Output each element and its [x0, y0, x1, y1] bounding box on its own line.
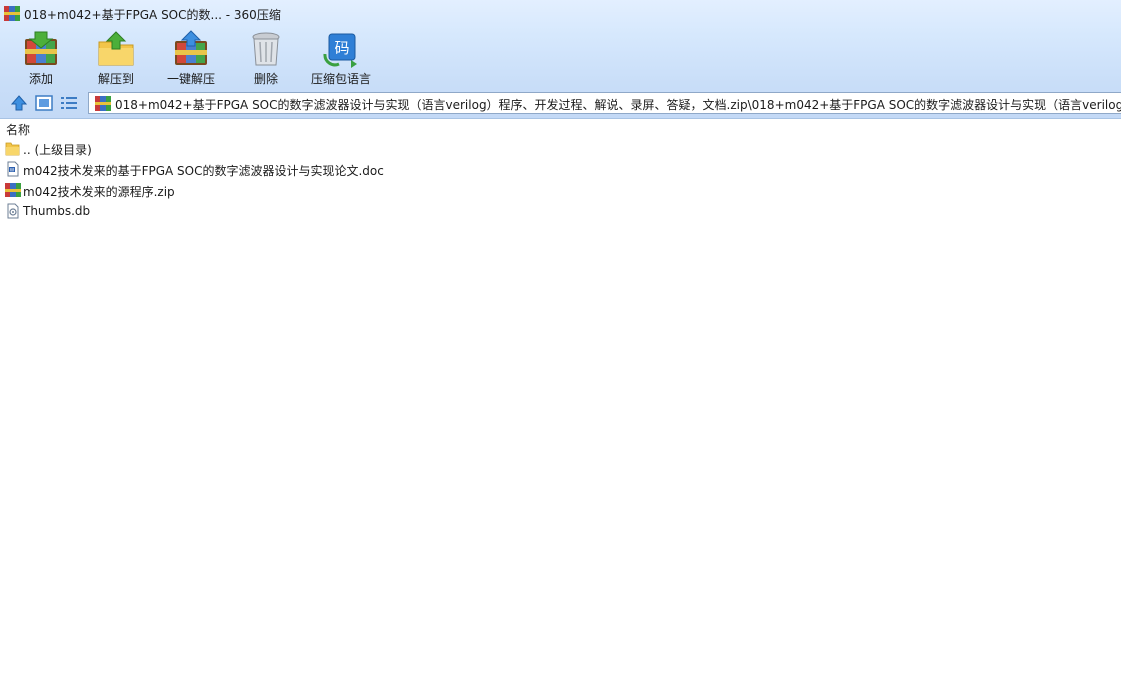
toolbar: 添加 解压到 一键解压 删除 码 压缩包语言: [0, 27, 1121, 89]
add-archive-icon: [25, 31, 57, 65]
word-document-icon: W: [7, 161, 19, 177]
extract-to-button[interactable]: 解压到: [88, 27, 144, 87]
archive-language-button-label: 压缩包语言: [310, 72, 371, 86]
archive-language-button[interactable]: 码 压缩包语言: [308, 27, 374, 87]
list-view-icon[interactable]: [60, 94, 78, 112]
list-item[interactable]: Thumbs.db: [0, 201, 1121, 222]
file-name: m042技术发来的基于FPGA SOC的数字滤波器设计与实现论文.doc: [23, 164, 384, 178]
name-column-header[interactable]: 名称: [0, 119, 1121, 137]
navigation-bar: 018+m042+基于FPGA SOC的数字滤波器设计与实现（语言verilog…: [0, 91, 1121, 116]
add-button-label: 添加: [28, 72, 53, 86]
list-item[interactable]: m042技术发来的源程序.zip: [0, 180, 1121, 201]
archive-language-icon: 码: [323, 33, 357, 68]
path-bar[interactable]: 018+m042+基于FPGA SOC的数字滤波器设计与实现（语言verilog…: [88, 92, 1121, 114]
path-text: 018+m042+基于FPGA SOC的数字滤波器设计与实现（语言verilog…: [115, 98, 1121, 112]
delete-icon: [252, 32, 280, 66]
file-name: m042技术发来的源程序.zip: [23, 185, 175, 199]
folder-icon: [5, 142, 20, 156]
file-name: .. (上级目录): [23, 143, 92, 157]
svg-text:W: W: [10, 167, 15, 173]
one-click-extract-button[interactable]: 一键解压: [162, 27, 220, 87]
one-click-extract-icon: [175, 30, 207, 65]
zip-archive-icon: [5, 183, 21, 197]
extract-to-icon: [98, 31, 134, 66]
window-chrome: 018+m042+基于FPGA SOC的数... - 360压缩 添加 解压到: [0, 0, 1121, 119]
delete-button-label: 删除: [253, 72, 278, 86]
list-item-parent-directory[interactable]: .. (上级目录): [0, 138, 1121, 159]
window-title: 018+m042+基于FPGA SOC的数... - 360压缩: [24, 8, 281, 22]
delete-button[interactable]: 删除: [240, 27, 292, 87]
up-arrow-icon[interactable]: [10, 94, 28, 112]
add-button[interactable]: 添加: [14, 27, 68, 87]
list-item[interactable]: W m042技术发来的基于FPGA SOC的数字滤波器设计与实现论文.doc: [0, 159, 1121, 180]
one-click-extract-button-label: 一键解压: [166, 72, 215, 86]
extract-to-button-label: 解压到: [97, 72, 134, 86]
thumbnail-view-icon[interactable]: [35, 94, 53, 112]
zip-archive-icon: [95, 96, 111, 111]
file-name: Thumbs.db: [23, 204, 91, 218]
archive-app-icon: [4, 6, 20, 21]
name-column-label: 名称: [6, 123, 31, 137]
title-bar: 018+m042+基于FPGA SOC的数... - 360压缩: [0, 0, 1121, 26]
system-file-icon: [7, 203, 19, 219]
svg-text:码: 码: [334, 39, 349, 57]
